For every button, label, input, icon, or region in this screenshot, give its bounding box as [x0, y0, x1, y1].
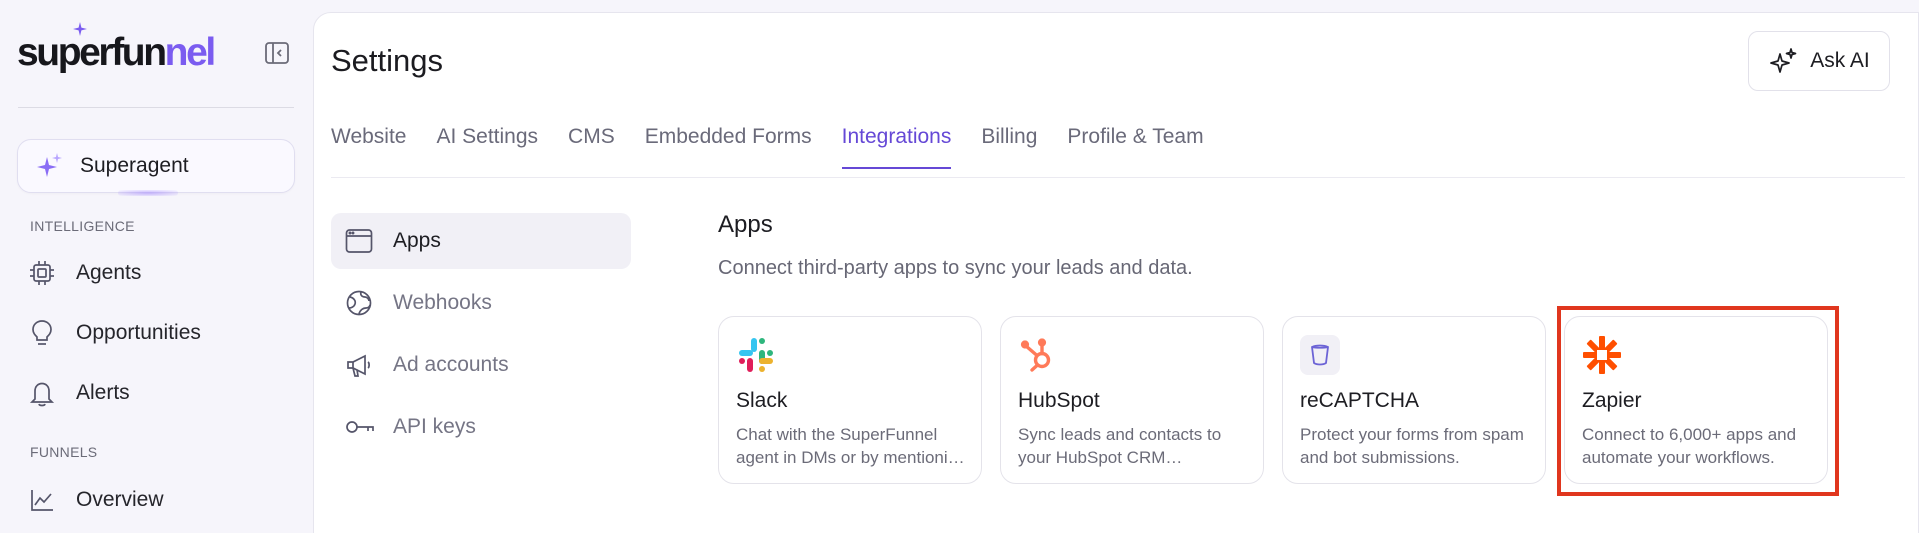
section-label-intelligence: INTELLIGENCE [30, 218, 135, 234]
app-card-description: Sync leads and contacts to your HubSpot … [1018, 425, 1222, 467]
app-card-name: HubSpot [1018, 389, 1100, 412]
logo-text-main: superfun [17, 31, 167, 74]
superagent-button[interactable]: Superagent [17, 139, 295, 196]
bell-icon [28, 378, 62, 408]
page-title: Settings [331, 43, 444, 78]
sidebar: superfunnel Superagent INTELLIGENCE Agen… [0, 0, 312, 533]
globe-icon [345, 288, 375, 318]
sparkles-icon [37, 153, 62, 177]
sidebar-item-label: Opportunities [76, 321, 201, 344]
app-card-name: Zapier [1582, 389, 1642, 412]
tab-billing[interactable]: Billing [981, 125, 1037, 169]
apps-section-title: Apps [718, 211, 773, 238]
tab-website[interactable]: Website [331, 125, 406, 169]
sidebar-item-label: Agents [76, 261, 142, 284]
tab-cms[interactable]: CMS [568, 125, 615, 169]
sidebar-item-alerts[interactable]: Alerts [28, 373, 294, 413]
superagent-label: Superagent [80, 154, 189, 177]
recaptcha-icon [1300, 335, 1340, 375]
sidebar-collapse-button[interactable] [264, 40, 290, 66]
subnav-item-label: Ad accounts [393, 353, 509, 376]
slack-icon [736, 335, 776, 375]
subnav-item-apps[interactable]: Apps [331, 213, 631, 269]
superagent-glow [118, 190, 178, 196]
subnav-item-api-keys[interactable]: API keys [331, 399, 631, 455]
app-card-description: Protect your forms from spam and bot sub… [1300, 425, 1524, 467]
app-card-zapier[interactable]: Zapier Connect to 6,000+ apps and automa… [1557, 306, 1839, 496]
app-card-name: reCAPTCHA [1300, 389, 1420, 412]
ask-ai-button[interactable]: Ask AI [1748, 31, 1890, 91]
tab-ai-settings[interactable]: AI Settings [436, 125, 538, 169]
app-card-hubspot[interactable]: HubSpot Sync leads and contacts to your … [1000, 316, 1264, 484]
tab-profile-team[interactable]: Profile & Team [1067, 125, 1203, 169]
apps-grid: Slack Chat with the SuperFunnel agent in… [718, 306, 1839, 496]
chart-line-icon [28, 485, 62, 515]
app-card-slack[interactable]: Slack Chat with the SuperFunnel agent in… [718, 316, 982, 484]
sidebar-toggle-icon [265, 42, 289, 64]
app-card-name: Slack [736, 389, 788, 412]
zapier-icon [1582, 335, 1622, 375]
app-card-description: Connect to 6,000+ apps and automate your… [1582, 425, 1797, 467]
hubspot-icon [1018, 335, 1058, 375]
section-label-funnels: FUNNELS [30, 444, 98, 460]
sidebar-item-opportunities[interactable]: Opportunities [28, 313, 294, 353]
logo-text-accent: nel [164, 31, 217, 74]
subnav-item-label: API keys [393, 415, 476, 438]
subnav-item-ad-accounts[interactable]: Ad accounts [331, 337, 631, 393]
sidebar-item-label: Overview [76, 488, 164, 511]
tabs-divider [331, 177, 1905, 178]
settings-tabs: Website AI Settings CMS Embedded Forms I… [331, 125, 1234, 169]
chip-icon [28, 258, 62, 288]
app-card-description: Chat with the SuperFunnel agent in DMs o… [736, 425, 967, 467]
tab-embedded-forms[interactable]: Embedded Forms [645, 125, 812, 169]
browser-window-icon [345, 226, 375, 256]
sidebar-item-agents[interactable]: Agents [28, 253, 294, 293]
tab-integrations[interactable]: Integrations [841, 125, 951, 169]
subnav-item-label: Apps [393, 229, 441, 252]
app-card-recaptcha[interactable]: reCAPTCHA Protect your forms from spam a… [1282, 316, 1546, 484]
megaphone-icon [345, 350, 375, 380]
sidebar-item-label: Alerts [76, 381, 130, 404]
ask-ai-label: Ask AI [1810, 49, 1870, 72]
apps-section-description: Connect third-party apps to sync your le… [718, 257, 1193, 279]
key-icon [345, 412, 375, 442]
main-panel: Settings Ask AI Website AI Settings CMS … [313, 12, 1919, 533]
logo-spark-icon [73, 22, 87, 36]
sparkles-icon [1770, 48, 1797, 73]
sidebar-item-overview[interactable]: Overview [28, 480, 294, 520]
lightbulb-icon [28, 318, 62, 348]
subnav-item-label: Webhooks [393, 291, 492, 314]
sidebar-divider [18, 107, 294, 108]
superfunnel-logo[interactable]: superfunnel [17, 22, 217, 78]
subnav-item-webhooks[interactable]: Webhooks [331, 275, 631, 331]
integrations-subnav: Apps Webhooks Ad accounts API keys [331, 213, 631, 461]
